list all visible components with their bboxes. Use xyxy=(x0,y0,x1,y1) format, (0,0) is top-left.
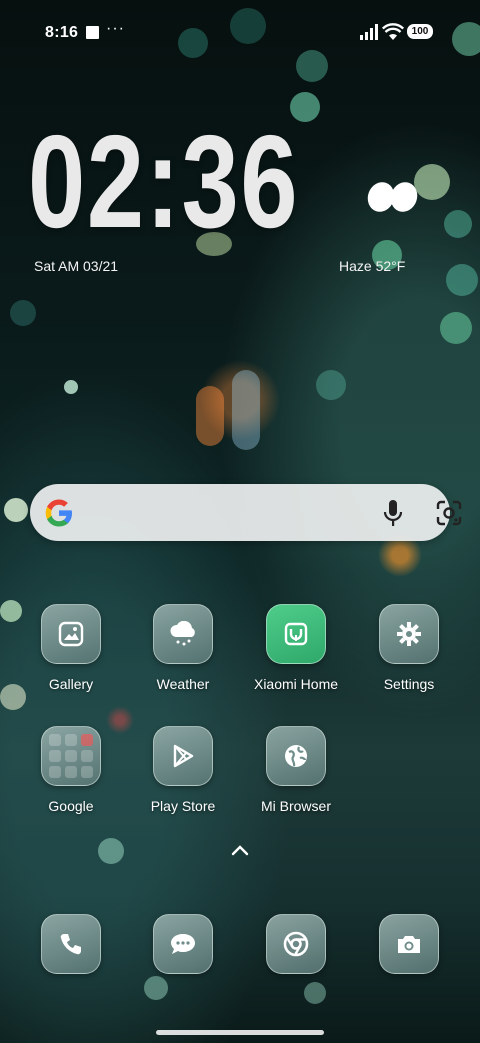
status-time: 8:16 xyxy=(45,24,79,41)
camera-icon xyxy=(379,914,439,974)
lens-icon[interactable] xyxy=(436,500,462,526)
cloud-icon xyxy=(153,604,213,664)
wifi-icon xyxy=(382,23,404,40)
folder-icon xyxy=(41,726,101,786)
message-icon xyxy=(153,914,213,974)
google-search-bar[interactable] xyxy=(30,484,462,541)
mi-home-icon xyxy=(266,604,326,664)
globe-icon xyxy=(266,726,326,786)
app-drawer-arrow-icon[interactable] xyxy=(230,843,250,857)
notification-icon xyxy=(86,26,99,39)
app-mi-browser[interactable]: Mi Browser xyxy=(241,726,351,814)
home-indicator[interactable] xyxy=(156,1030,324,1035)
battery-icon: 100 xyxy=(407,24,433,39)
gear-icon xyxy=(379,604,439,664)
google-logo-icon xyxy=(45,499,72,527)
app-label: Weather xyxy=(156,676,210,692)
dock-chrome[interactable] xyxy=(241,914,351,974)
dock-messages[interactable] xyxy=(128,914,238,974)
signal-icon xyxy=(360,24,378,40)
app-label: Play Store xyxy=(150,798,216,814)
app-label: Gallery xyxy=(48,676,94,692)
dock-phone[interactable] xyxy=(16,914,126,974)
app-label: Mi Browser xyxy=(260,798,331,814)
weather-summary: Haze 52°F xyxy=(339,258,406,274)
image-icon xyxy=(41,604,101,664)
mic-icon[interactable] xyxy=(382,499,404,527)
clock-date: Sat AM 03/21 xyxy=(34,258,119,274)
dock-camera[interactable] xyxy=(354,914,464,974)
haze-weather-icon[interactable] xyxy=(366,180,420,214)
more-notifications-icon: ··· xyxy=(106,20,125,37)
phone-icon xyxy=(41,914,101,974)
app-label: Google xyxy=(48,798,94,814)
app-xiaomi-home[interactable]: Xiaomi Home xyxy=(241,604,351,692)
app-settings[interactable]: Settings xyxy=(354,604,464,692)
app-label: Xiaomi Home xyxy=(253,676,339,692)
clock-time[interactable]: 02:36 xyxy=(28,116,299,248)
app-play-store[interactable]: Play Store xyxy=(128,726,238,814)
chrome-icon xyxy=(266,914,326,974)
app-gallery[interactable]: Gallery xyxy=(16,604,126,692)
play-icon xyxy=(153,726,213,786)
app-folder-google[interactable]: Google xyxy=(16,726,126,814)
app-weather[interactable]: Weather xyxy=(128,604,238,692)
app-label: Settings xyxy=(383,676,435,692)
status-bar: 8:16 ··· 100 xyxy=(0,0,480,64)
